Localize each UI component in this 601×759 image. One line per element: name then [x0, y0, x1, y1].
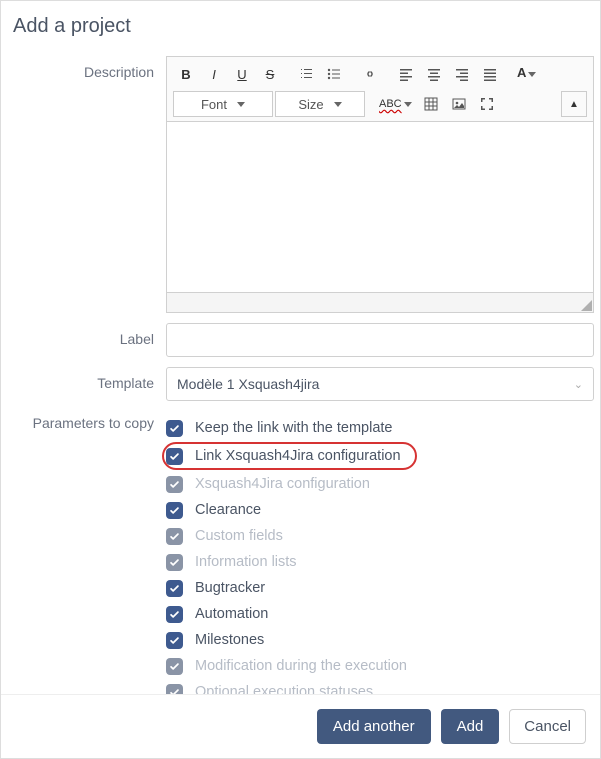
row-description: Description B I U S [11, 56, 594, 313]
size-select-label: Size [298, 97, 323, 112]
param-label: Link Xsquash4Jira configuration [195, 445, 401, 467]
maximize-button[interactable] [474, 91, 500, 117]
label-input[interactable] [166, 323, 594, 357]
param-label: Clearance [195, 499, 261, 521]
collapse-toolbar-button[interactable]: ▲ [561, 91, 587, 117]
resize-grip-icon[interactable] [581, 300, 592, 311]
align-center-button[interactable] [421, 61, 447, 87]
add-project-dialog: Add a project Description B I U S [1, 1, 600, 758]
italic-button[interactable]: I [201, 61, 227, 87]
param-label: Automation [195, 603, 268, 625]
dialog-title: Add a project [1, 1, 600, 56]
text-color-button[interactable]: A [513, 61, 540, 87]
row-parameters: Parameters to copy Keep the link with th… [11, 411, 594, 694]
checkbox[interactable] [166, 580, 183, 597]
numbered-list-button[interactable] [293, 61, 319, 87]
align-left-button[interactable] [393, 61, 419, 87]
checkbox [166, 684, 183, 695]
param-label: Optional execution statuses [195, 681, 373, 694]
template-select[interactable]: Modèle 1 Xsquash4jira ⌄ [166, 367, 594, 401]
add-another-button[interactable]: Add another [317, 709, 431, 744]
param-label: Keep the link with the template [195, 417, 392, 439]
chevron-down-icon [334, 102, 342, 107]
underline-button[interactable]: U [229, 61, 255, 87]
label-label: Label [11, 323, 166, 347]
param-label: Custom fields [195, 525, 283, 547]
checkbox[interactable] [166, 420, 183, 437]
param-row: Keep the link with the template [166, 415, 594, 441]
checkbox[interactable] [166, 632, 183, 649]
checkbox [166, 658, 183, 675]
param-row: Automation [166, 601, 594, 627]
param-row: Modification during the execution [166, 653, 594, 679]
description-textarea[interactable] [167, 122, 593, 292]
dialog-footer: Add another Add Cancel [1, 694, 600, 758]
spellcheck-button[interactable]: ABC [375, 91, 416, 117]
table-button[interactable] [418, 91, 444, 117]
cancel-button[interactable]: Cancel [509, 709, 586, 744]
chevron-down-icon [528, 72, 536, 77]
rich-text-editor: B I U S [166, 56, 594, 313]
font-select-label: Font [201, 97, 227, 112]
param-row: Bugtracker [166, 575, 594, 601]
checkbox [166, 528, 183, 545]
dialog-body: Description B I U S [1, 56, 600, 694]
template-value: Modèle 1 Xsquash4jira [177, 376, 319, 392]
param-row: Clearance [166, 497, 594, 523]
param-row: Milestones [166, 627, 594, 653]
param-row: Information lists [166, 549, 594, 575]
param-label: Xsquash4Jira configuration [195, 473, 370, 495]
chevron-down-icon [404, 102, 412, 107]
chevron-up-icon: ▲ [569, 99, 579, 110]
label-template: Template [11, 367, 166, 391]
align-justify-button[interactable] [477, 61, 503, 87]
image-button[interactable] [446, 91, 472, 117]
checkbox[interactable] [166, 502, 183, 519]
bold-button[interactable]: B [173, 61, 199, 87]
param-label: Milestones [195, 629, 264, 651]
row-template: Template Modèle 1 Xsquash4jira ⌄ [11, 367, 594, 401]
rte-statusbar [167, 292, 593, 312]
param-row: Link Xsquash4Jira configuration [162, 442, 417, 470]
chevron-down-icon [237, 102, 245, 107]
param-row: Optional execution statuses [166, 679, 594, 694]
checkbox[interactable] [166, 606, 183, 623]
align-right-button[interactable] [449, 61, 475, 87]
param-label: Information lists [195, 551, 297, 573]
checkbox [166, 476, 183, 493]
checkbox[interactable] [166, 448, 183, 465]
param-row: Custom fields [166, 523, 594, 549]
bullet-list-button[interactable] [321, 61, 347, 87]
parameters-checklist: Keep the link with the template Link Xsqu… [166, 411, 594, 694]
size-select[interactable]: Size [275, 91, 365, 117]
checkbox [166, 554, 183, 571]
chevron-down-icon: ⌄ [574, 378, 583, 391]
rte-toolbar: B I U S [167, 57, 593, 122]
param-label: Modification during the execution [195, 655, 407, 677]
add-button[interactable]: Add [441, 709, 500, 744]
param-label: Bugtracker [195, 577, 265, 599]
link-button[interactable] [357, 61, 383, 87]
label-parameters: Parameters to copy [11, 411, 166, 431]
strike-button[interactable]: S [257, 61, 283, 87]
font-select[interactable]: Font [173, 91, 273, 117]
param-row: Xsquash4Jira configuration [166, 471, 594, 497]
label-description: Description [11, 56, 166, 80]
row-label: Label [11, 323, 594, 357]
